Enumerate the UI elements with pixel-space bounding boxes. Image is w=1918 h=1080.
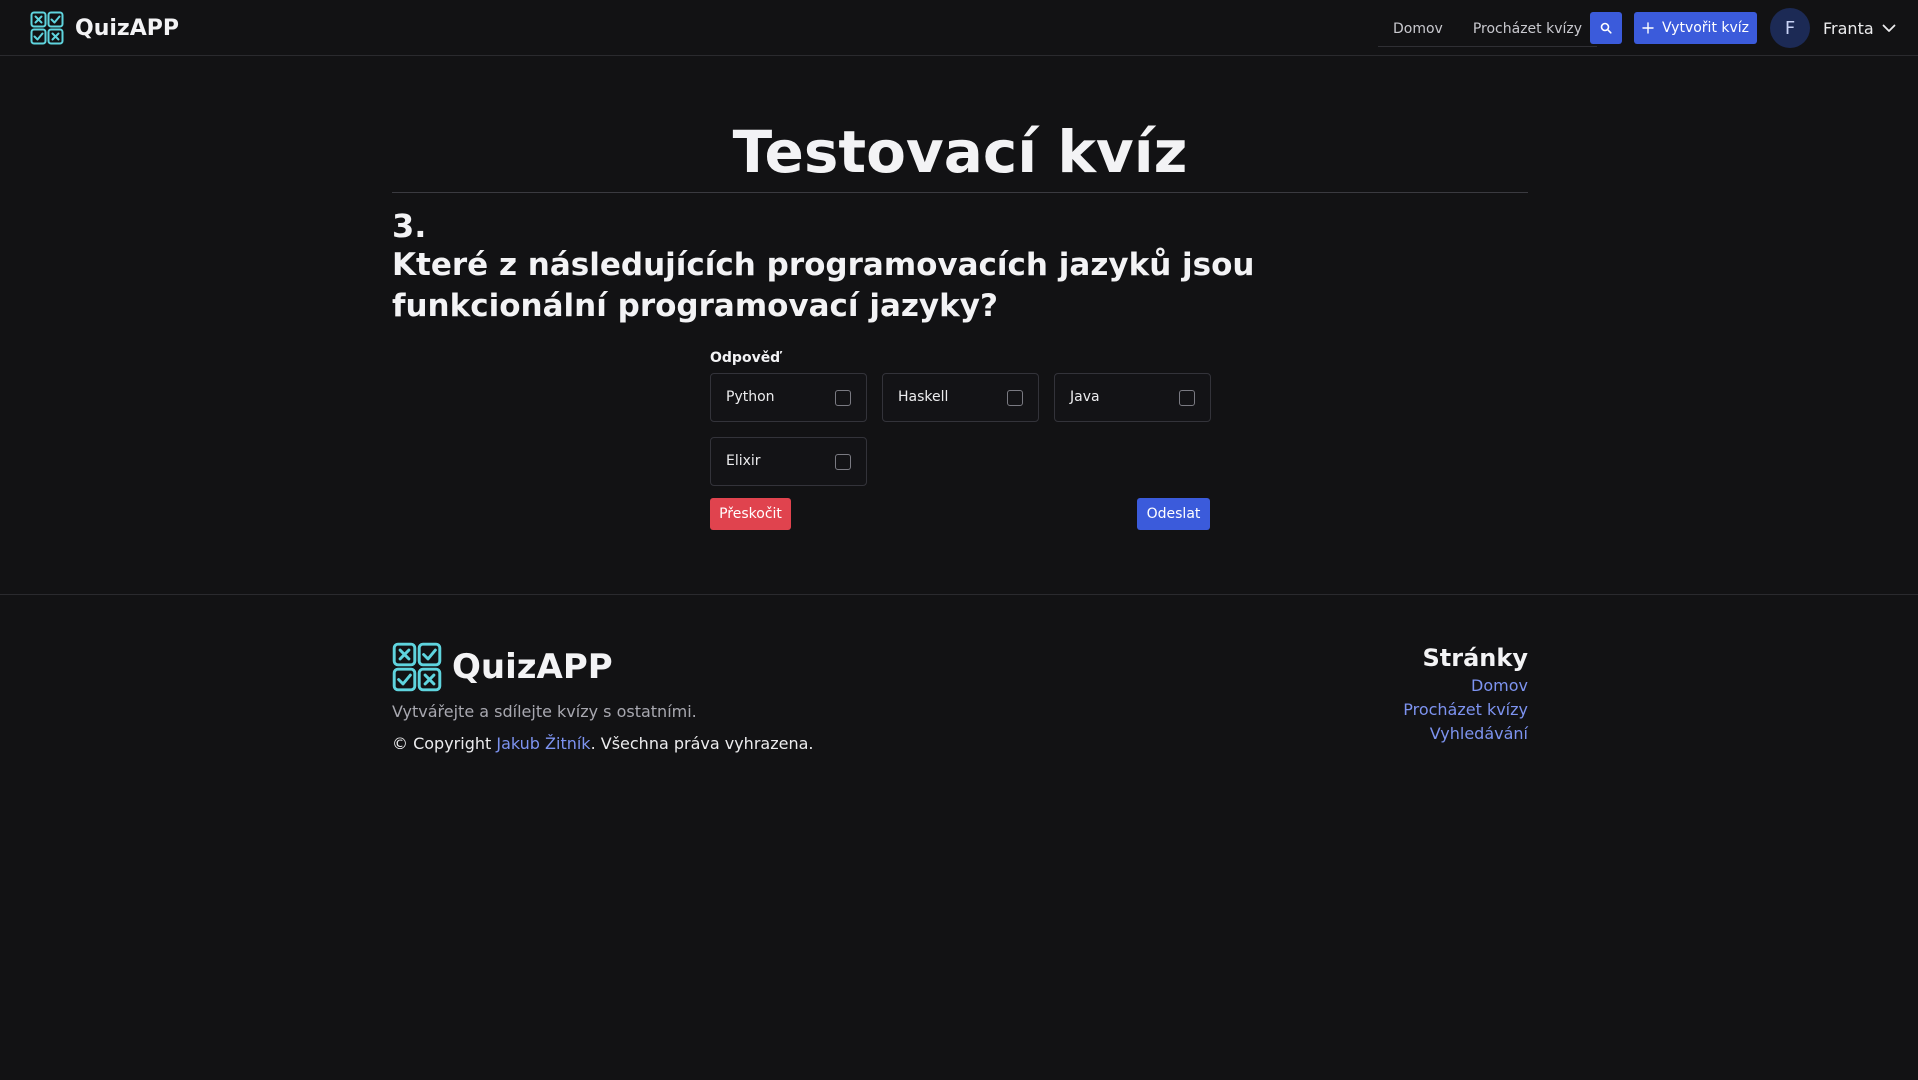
answer-option-label: Elixir	[726, 453, 761, 469]
answer-option-python[interactable]: Python	[710, 373, 867, 422]
footer-link-search[interactable]: Vyhledávání	[1328, 722, 1528, 746]
create-quiz-button[interactable]: Vytvořit kvíz	[1634, 12, 1757, 44]
user-menu[interactable]: F Franta	[1770, 8, 1896, 48]
answer-option-label: Python	[726, 389, 775, 405]
title-divider	[392, 192, 1528, 193]
search-icon	[1600, 22, 1612, 34]
footer-link-browse-quizzes[interactable]: Procházet kvízy	[1328, 698, 1528, 722]
answer-checkbox[interactable]	[835, 390, 851, 406]
answer-checkbox[interactable]	[1007, 390, 1023, 406]
footer-pages-heading: Stránky	[1422, 644, 1528, 672]
footer-copyright: © Copyright Jakub Žitník. Všechna práva …	[392, 734, 813, 753]
answer-checkbox[interactable]	[1179, 390, 1195, 406]
brand-name: QuizAPP	[75, 15, 179, 41]
answer-option-elixir[interactable]: Elixir	[710, 437, 867, 486]
answer-option-label: Haskell	[898, 389, 949, 405]
quiz-logo-icon	[30, 11, 64, 45]
answer-checkbox[interactable]	[835, 454, 851, 470]
copyright-suffix: . Všechna práva vyhrazena.	[590, 734, 814, 753]
footer-brand: QuizAPP	[392, 642, 613, 692]
answer-label: Odpověď	[710, 350, 781, 366]
quiz-logo-icon	[392, 642, 442, 692]
footer-tagline: Vytvářejte a sdílejte kvízy s ostatními.	[392, 702, 697, 721]
author-link[interactable]: Jakub Žitník	[496, 734, 590, 753]
nav-link-home[interactable]: Domov	[1378, 21, 1458, 37]
footer-brand-name: QuizAPP	[452, 647, 613, 687]
answer-option-java[interactable]: Java	[1054, 373, 1211, 422]
top-navbar: QuizAPP Domov Procházet kvízy Vytvořit k…	[0, 0, 1918, 56]
submit-button[interactable]: Odeslat	[1137, 498, 1210, 530]
copyright-prefix: © Copyright	[392, 734, 497, 753]
question-text: Které z následujících programovacích jaz…	[392, 247, 1255, 324]
avatar: F	[1770, 8, 1810, 48]
plus-icon	[1642, 22, 1654, 34]
question-number: 3.	[392, 207, 427, 245]
answer-option-label: Java	[1070, 389, 1100, 405]
footer-link-home[interactable]: Domov	[1328, 674, 1528, 698]
search-button[interactable]	[1590, 12, 1622, 44]
nav-link-browse-quizzes[interactable]: Procházet kvízy	[1458, 21, 1597, 37]
brand-home-link[interactable]: QuizAPP	[30, 11, 179, 45]
chevron-down-icon	[1882, 24, 1896, 33]
nav-links: Domov Procházet kvízy	[1378, 11, 1598, 47]
footer-pages: Stránky Domov Procházet kvízy Vyhledáván…	[1328, 642, 1528, 746]
skip-button[interactable]: Přeskočit	[710, 498, 791, 530]
footer-divider	[0, 594, 1918, 595]
user-name: Franta	[1823, 18, 1874, 38]
create-quiz-label: Vytvořit kvíz	[1661, 20, 1750, 36]
quiz-title: Testovací kvíz	[732, 118, 1188, 186]
answer-option-haskell[interactable]: Haskell	[882, 373, 1039, 422]
